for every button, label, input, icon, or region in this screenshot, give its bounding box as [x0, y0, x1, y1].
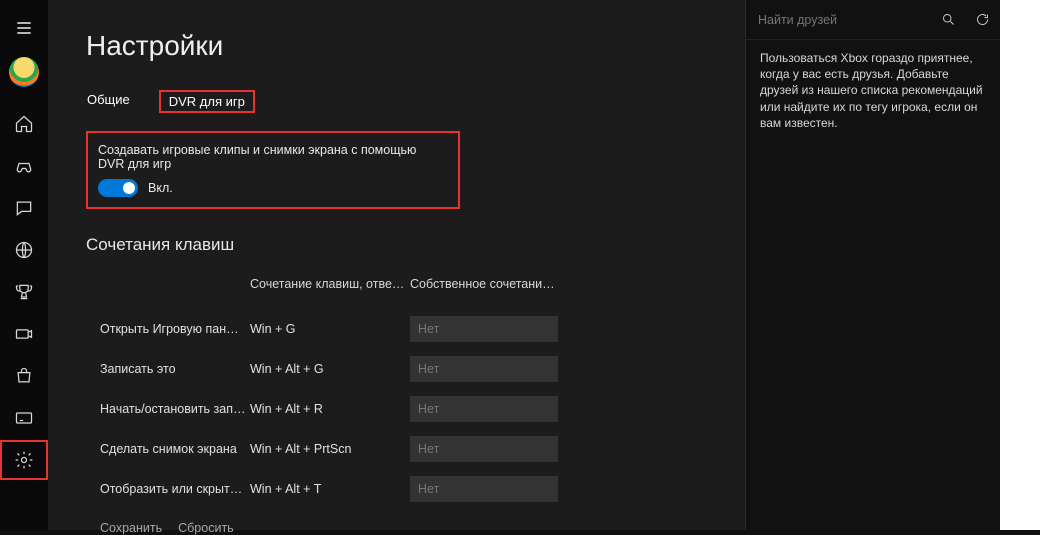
dvr-toggle-block: Создавать игровые клипы и снимки экрана … [86, 131, 460, 209]
shortcut-custom-input[interactable] [410, 316, 558, 342]
avatar-icon [9, 57, 39, 87]
search-row [746, 0, 1000, 40]
shortcut-default: Win + Alt + T [250, 482, 410, 496]
sidebar-store[interactable] [0, 356, 48, 396]
connect-icon [14, 408, 34, 428]
page-edge [1000, 0, 1040, 530]
shortcut-row: Начать/остановить зап… Win + Alt + R [100, 389, 745, 429]
tabs: Общие DVR для игр [86, 90, 745, 113]
shortcut-row: Отобразить или скрыт… Win + Alt + T [100, 469, 745, 509]
controller-icon [14, 156, 34, 176]
shortcut-row: Сделать снимок экрана Win + Alt + PrtScn [100, 429, 745, 469]
shortcut-custom-input[interactable] [410, 476, 558, 502]
shortcut-custom-input[interactable] [410, 436, 558, 462]
sidebar [0, 0, 48, 530]
shortcut-default: Win + G [250, 322, 410, 336]
shortcuts-header-row: - Сочетание клавиш, отве… Собственное со… [100, 277, 745, 291]
shortcuts-title: Сочетания клавиш [86, 235, 745, 255]
shortcut-row: Открыть Игровую пан… Win + G [100, 309, 745, 349]
sidebar-controller[interactable] [0, 146, 48, 186]
sidebar-settings[interactable] [0, 440, 48, 480]
gear-icon [14, 450, 34, 470]
reset-button[interactable]: Сбросить [178, 521, 234, 535]
store-icon [14, 366, 34, 386]
tab-general[interactable]: Общие [86, 90, 131, 113]
sidebar-gamedvr[interactable] [0, 314, 48, 354]
dvr-toggle-row: Вкл. [98, 179, 444, 197]
gamedvr-icon [14, 324, 34, 344]
search-icon [941, 12, 956, 27]
shortcut-label: Начать/остановить зап… [100, 402, 250, 416]
shortcut-custom-input[interactable] [410, 356, 558, 382]
shortcuts-table: - Сочетание клавиш, отве… Собственное со… [86, 277, 745, 509]
hamburger-icon [14, 18, 34, 38]
sidebar-avatar[interactable] [0, 50, 48, 94]
dvr-toggle-label: Создавать игровые клипы и снимки экрана … [98, 143, 444, 171]
friends-panel: Пользоваться Xbox гораздо приятнее, когд… [745, 0, 1000, 530]
tab-dvr[interactable]: DVR для игр [159, 90, 255, 113]
dvr-toggle[interactable] [98, 179, 138, 197]
save-button[interactable]: Сохранить [100, 521, 162, 535]
refresh-icon [975, 12, 990, 27]
shortcut-default: Win + Alt + G [250, 362, 410, 376]
page-title: Настройки [86, 30, 745, 62]
menu-button[interactable] [0, 8, 48, 48]
toggle-knob [123, 182, 135, 194]
header-custom: Собственное сочетание к… [410, 277, 558, 291]
sidebar-social[interactable] [0, 230, 48, 270]
search-button[interactable] [931, 0, 966, 40]
shortcut-label: Отобразить или скрыт… [100, 482, 250, 496]
search-input[interactable] [746, 13, 931, 27]
dvr-toggle-state: Вкл. [148, 181, 173, 195]
sidebar-chat[interactable] [0, 188, 48, 228]
shortcut-label: Сделать снимок экрана [100, 442, 250, 456]
shortcut-label: Записать это [100, 362, 250, 376]
shortcut-custom-input[interactable] [410, 396, 558, 422]
friends-hint: Пользоваться Xbox гораздо приятнее, когд… [746, 40, 1000, 141]
shortcut-row: Записать это Win + Alt + G [100, 349, 745, 389]
header-default: Сочетание клавиш, отве… [250, 277, 410, 291]
shortcut-label: Открыть Игровую пан… [100, 322, 250, 336]
home-icon [14, 114, 34, 134]
trophy-icon [14, 282, 34, 302]
footer-buttons: Сохранить Сбросить [86, 521, 745, 535]
refresh-button[interactable] [966, 0, 1001, 40]
sidebar-connect[interactable] [0, 398, 48, 438]
main-content: Настройки Общие DVR для игр Создавать иг… [48, 0, 745, 530]
chat-icon [14, 198, 34, 218]
shortcut-default: Win + Alt + R [250, 402, 410, 416]
shortcut-default: Win + Alt + PrtScn [250, 442, 410, 456]
sidebar-home[interactable] [0, 104, 48, 144]
sidebar-achievements[interactable] [0, 272, 48, 312]
globe-icon [14, 240, 34, 260]
